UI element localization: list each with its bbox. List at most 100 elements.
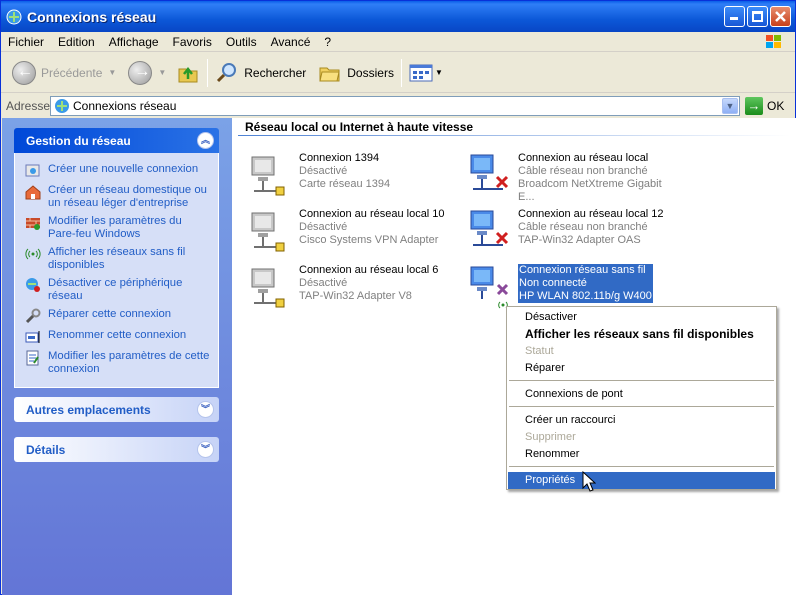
- network-connection-disabled-icon: [251, 212, 285, 252]
- folders-button[interactable]: Dossiers: [315, 56, 397, 90]
- repair-wrench-icon: [25, 308, 41, 324]
- ctx-separator: [509, 406, 774, 407]
- properties-icon: [26, 350, 39, 366]
- network-tasks-header[interactable]: Gestion du réseau ︽: [14, 128, 219, 153]
- home-network-icon: [25, 185, 41, 200]
- search-button[interactable]: Rechercher: [212, 56, 309, 90]
- task-view-wireless[interactable]: Afficher les réseaux sans fil disponible…: [25, 246, 210, 272]
- back-dropdown-icon[interactable]: ▼: [108, 68, 116, 77]
- minimize-icon: [730, 17, 738, 20]
- back-button[interactable]: ← Précédente ▼: [9, 56, 119, 90]
- mouse-cursor-icon: [582, 471, 596, 492]
- window-title: Connexions réseau: [27, 8, 157, 25]
- up-folder-button[interactable]: [173, 56, 203, 90]
- group-divider: [238, 135, 790, 136]
- ctx-properties[interactable]: Propriétés: [508, 472, 775, 489]
- address-input[interactable]: Connexions réseau ▼: [50, 96, 740, 116]
- ctx-bridge[interactable]: Connexions de pont: [508, 386, 775, 403]
- address-dropdown-icon[interactable]: ▼: [722, 98, 738, 114]
- go-arrow-icon: →: [745, 97, 763, 115]
- connection-item-local-12[interactable]: Connexion au réseau local 12 Câble résea…: [465, 207, 680, 257]
- menu-help[interactable]: ?: [317, 32, 338, 52]
- windows-logo-icon: [763, 33, 785, 51]
- back-arrow-icon: ←: [12, 60, 36, 85]
- menu-edition[interactable]: Edition: [51, 32, 102, 52]
- address-value: Connexions réseau: [73, 99, 177, 113]
- other-places-title: Autres emplacements: [26, 402, 151, 417]
- task-pane: Gestion du réseau ︽ Créer une nouvelle c…: [2, 118, 232, 595]
- menu-favoris[interactable]: Favoris: [166, 32, 219, 52]
- rename-icon: [25, 331, 40, 343]
- ctx-delete: Supprimer: [525, 431, 576, 443]
- toolbar-separator: [207, 58, 209, 87]
- wireless-not-connected-icon: [470, 266, 509, 309]
- explorer-window: Connexions réseau Fichier Edition Affich…: [0, 0, 796, 595]
- connection-item-1394[interactable]: Connexion 1394 Désactivé Carte réseau 13…: [246, 151, 461, 201]
- collapse-chevron-icon[interactable]: ︽: [197, 132, 214, 149]
- forward-arrow-icon: →: [128, 60, 153, 85]
- folders-label: Dossiers: [347, 65, 394, 80]
- ctx-separator: [509, 466, 774, 467]
- group-header: Réseau local ou Internet à haute vitesse: [245, 120, 474, 134]
- new-connection-icon: [25, 164, 40, 177]
- toolbar: ← Précédente ▼ → ▼ Rechercher Dossiers ▼: [1, 53, 795, 93]
- forward-button[interactable]: → ▼: [125, 56, 169, 90]
- ctx-disable[interactable]: Désactiver: [508, 309, 775, 326]
- task-change-settings[interactable]: Modifier les paramètres de cette connexi…: [25, 350, 210, 376]
- go-button[interactable]: → OK: [745, 97, 784, 115]
- details-panel: Détails ︾: [14, 437, 219, 462]
- menu-outils[interactable]: Outils: [219, 32, 264, 52]
- back-label: Précédente: [41, 65, 103, 80]
- maximize-icon: [752, 11, 763, 22]
- disable-device-icon: [26, 278, 40, 292]
- connection-item-local-10[interactable]: Connexion au réseau local 10 Désactivé C…: [246, 207, 461, 257]
- maximize-button[interactable]: [747, 6, 768, 27]
- details-title: Détails: [26, 442, 66, 457]
- network-connections-icon: [55, 99, 69, 113]
- details-header[interactable]: Détails ︾: [14, 437, 219, 462]
- connection-item-local[interactable]: Connexion au réseau local Câble réseau n…: [465, 151, 680, 203]
- firewall-icon: [26, 218, 40, 230]
- ctx-repair[interactable]: Réparer: [508, 360, 775, 377]
- menu-fichier[interactable]: Fichier: [1, 32, 51, 52]
- address-bar: Adresse Connexions réseau ▼ → OK: [1, 94, 795, 118]
- task-repair-connection[interactable]: Réparer cette connexion: [25, 308, 210, 324]
- ctx-status: Statut: [525, 345, 554, 357]
- task-home-network[interactable]: Créer un réseau domestique ou un réseau …: [25, 184, 210, 210]
- network-tasks-panel: Gestion du réseau ︽ Créer une nouvelle c…: [14, 128, 219, 388]
- task-rename-connection[interactable]: Renommer cette connexion: [25, 329, 210, 345]
- ctx-rename[interactable]: Renommer: [508, 446, 775, 463]
- ctx-separator: [509, 380, 774, 381]
- other-places-panel: Autres emplacements ︾: [14, 397, 219, 422]
- up-folder-icon: [178, 66, 198, 82]
- ctx-view-wireless[interactable]: Afficher les réseaux sans fil disponible…: [508, 326, 775, 343]
- connection-item-local-6[interactable]: Connexion au réseau local 6 Désactivé TA…: [246, 263, 461, 313]
- network-connection-disabled-icon: [251, 268, 285, 308]
- menu-bar: Fichier Edition Affichage Favoris Outils…: [1, 32, 795, 52]
- title-bar[interactable]: Connexions réseau: [1, 1, 795, 32]
- expand-chevron-icon[interactable]: ︾: [197, 441, 214, 458]
- network-connection-disabled-icon: [251, 156, 285, 196]
- address-label: Adresse: [6, 99, 51, 113]
- views-button[interactable]: ▼: [406, 56, 446, 90]
- task-create-connection[interactable]: Créer une nouvelle connexion: [25, 163, 210, 179]
- folders-icon: [319, 67, 340, 81]
- expand-chevron-icon[interactable]: ︾: [197, 401, 214, 418]
- views-dropdown-icon[interactable]: ▼: [435, 68, 443, 77]
- menu-avance[interactable]: Avancé: [264, 32, 318, 52]
- task-disable-device[interactable]: Désactiver ce périphérique réseau: [25, 277, 210, 303]
- network-tasks-body: Créer une nouvelle connexion Créer un ré…: [14, 153, 219, 388]
- menu-affichage[interactable]: Affichage: [102, 32, 166, 52]
- network-cable-unplugged-icon: [470, 154, 509, 190]
- forward-dropdown-icon[interactable]: ▼: [158, 68, 166, 77]
- close-button[interactable]: [770, 6, 791, 27]
- go-label: OK: [767, 99, 785, 113]
- network-tasks-title: Gestion du réseau: [26, 133, 131, 148]
- views-icon: [409, 64, 433, 81]
- minimize-button[interactable]: [724, 6, 745, 27]
- search-icon: [217, 62, 237, 82]
- ctx-create-shortcut[interactable]: Créer un raccourci: [508, 412, 775, 429]
- network-cable-unplugged-icon: [470, 210, 509, 246]
- task-firewall-settings[interactable]: Modifier les paramètres du Pare-feu Wind…: [25, 215, 210, 241]
- other-places-header[interactable]: Autres emplacements ︾: [14, 397, 219, 422]
